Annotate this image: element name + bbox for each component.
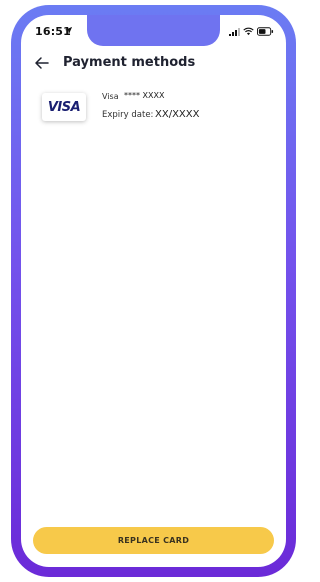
page-title: Payment methods: [63, 55, 196, 70]
wifi-icon: [243, 27, 254, 36]
signal-icon: [229, 28, 240, 36]
visa-logo: VISA: [42, 93, 86, 121]
replace-card-button[interactable]: REPLACE CARD: [33, 527, 274, 554]
expiry-value: XX/XXXX: [155, 109, 200, 120]
payment-card-item[interactable]: VISA Visa **** XXXX Expiry date: XX/XXXX: [42, 90, 262, 132]
card-brand: Visa: [102, 92, 119, 101]
card-number: **** XXXX: [124, 91, 165, 100]
back-arrow-icon[interactable]: [34, 56, 49, 70]
location-arrow-icon: [64, 26, 73, 35]
battery-icon: [257, 27, 274, 36]
phone-notch: [87, 15, 220, 46]
expiry-label: Expiry date:: [102, 110, 154, 120]
